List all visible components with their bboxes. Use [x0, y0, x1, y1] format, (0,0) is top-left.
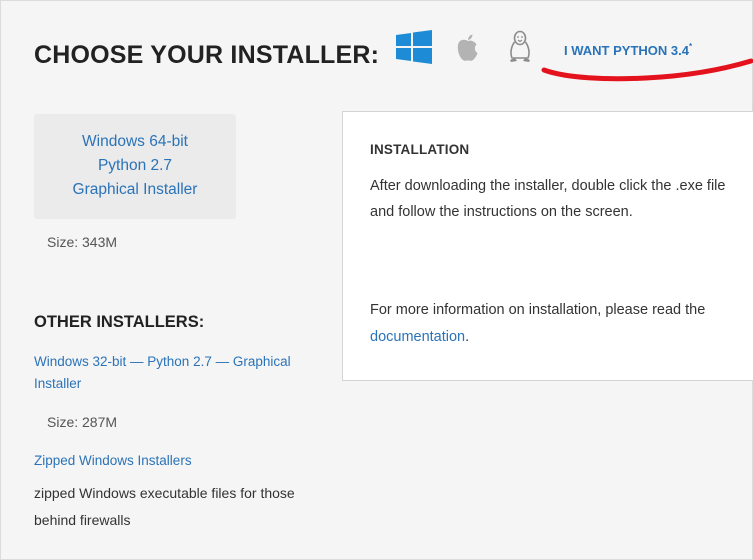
win32-installer-size: Size: 287M	[47, 414, 118, 430]
red-underline-annotation	[541, 58, 753, 82]
python-version-label: I WANT PYTHON 3.4	[564, 43, 689, 58]
windows-32bit-link[interactable]: Windows 32-bit — Python 2.7 — Graphical …	[34, 351, 294, 395]
installer-header: CHOOSE YOUR INSTALLER:	[34, 35, 379, 75]
windows-icon[interactable]	[394, 27, 434, 67]
main-installer-size: Size: 343M	[47, 234, 118, 250]
zipped-installers-link[interactable]: Zipped Windows Installers	[34, 453, 192, 468]
installer-section: CHOOSE YOUR INSTALLER: I WANT PYTHON 3.4…	[0, 0, 753, 560]
linux-icon[interactable]	[507, 30, 533, 64]
other-installers-title: OTHER INSTALLERS:	[34, 313, 205, 331]
installation-heading: INSTALLATION	[370, 142, 470, 157]
download-button-line-1: Windows 64-bit	[82, 133, 188, 150]
installation-panel: INSTALLATION After downloading the insta…	[342, 111, 753, 381]
download-button-line-2: Python 2.7	[97, 157, 173, 174]
installation-instructions: After downloading the installer, double …	[370, 178, 726, 220]
more-info-text: For more information on installation, pl…	[370, 302, 706, 318]
download-button-line-3: Graphical Installer	[72, 181, 198, 198]
zipped-installers-description: zipped Windows executable files for thos…	[34, 485, 295, 528]
section-title: CHOOSE YOUR INSTALLER:	[34, 40, 380, 69]
python-version-mark: *	[688, 42, 693, 51]
windows-64bit-download-button[interactable]: Windows 64-bit Python 2.7 Graphical Inst…	[34, 114, 236, 218]
python-version-link[interactable]: I WANT PYTHON 3.4*	[564, 42, 693, 58]
documentation-link[interactable]: documentation	[370, 329, 465, 345]
installation-more-info: For more information on installation, pl…	[370, 297, 740, 351]
more-info-period: .	[465, 329, 470, 345]
apple-icon[interactable]	[455, 33, 481, 63]
